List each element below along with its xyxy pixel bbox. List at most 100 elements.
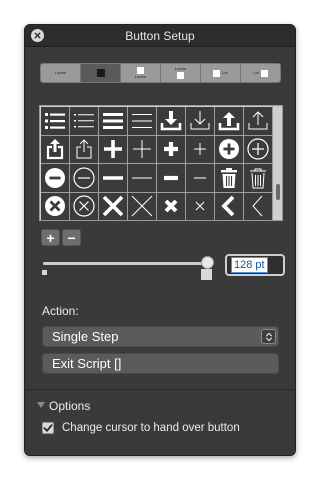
icon-cell[interactable]: [70, 192, 99, 220]
add-icon-button[interactable]: +: [41, 229, 60, 246]
icon-size-value[interactable]: 128 pt: [231, 257, 268, 273]
list-bullets-outline-icon: [74, 113, 94, 128]
close-circle-filled-icon: [45, 196, 65, 217]
icon-cell[interactable]: [157, 135, 186, 164]
small-size-icon: [42, 270, 47, 275]
checkmark-icon: [43, 424, 53, 432]
icon-cell[interactable]: [244, 135, 273, 164]
download-filled-icon: [160, 110, 182, 131]
icon-cell[interactable]: [157, 164, 186, 193]
upload-filled-icon: [218, 111, 240, 131]
icon-grid: [41, 107, 273, 220]
style-option-label-above-icon[interactable]: Lorem: [161, 64, 201, 82]
up-down-chevron-icon: [261, 329, 276, 344]
minus-light-icon: [194, 177, 206, 179]
icon-cell[interactable]: [215, 192, 244, 220]
chevron-left-thin-icon: [252, 195, 263, 217]
remove-icon-button[interactable]: −: [62, 229, 81, 246]
title-bar: Button Setup: [25, 25, 295, 47]
icon-cell[interactable]: [128, 164, 157, 193]
icon-cell[interactable]: [215, 107, 244, 136]
style-option-label: Lor: [253, 70, 259, 75]
style-option-label: Lorem: [134, 74, 147, 79]
options-section-label[interactable]: Options: [49, 399, 90, 413]
minus-thin-icon: [132, 177, 152, 179]
square-icon: [96, 69, 105, 77]
style-option-icon-only[interactable]: [81, 64, 121, 82]
icon-size-slider[interactable]: [43, 262, 208, 265]
icon-cell[interactable]: [157, 192, 186, 220]
icon-cell[interactable]: [186, 135, 215, 164]
script-selector-label: Exit Script []: [52, 356, 122, 371]
plus-circle-outline-icon: [247, 138, 269, 160]
x-light-icon: [195, 201, 205, 211]
icon-cell[interactable]: [128, 135, 157, 164]
icon-cell[interactable]: [99, 192, 128, 220]
icon-cell[interactable]: [41, 192, 70, 220]
plus-filled-icon: [164, 142, 178, 157]
button-style-segmented-control: Lorem Lorem Lorem Lor Lor: [40, 63, 281, 83]
window-title: Button Setup: [125, 29, 195, 43]
style-option-label-only[interactable]: Lorem: [41, 64, 81, 82]
style-option-icon-above-label[interactable]: Lorem: [121, 64, 161, 82]
disclosure-triangle-icon[interactable]: [37, 402, 45, 408]
minus-bold-icon: [103, 175, 123, 180]
icon-cell[interactable]: [99, 135, 128, 164]
hand-cursor-checkbox-label: Change cursor to hand over button: [62, 422, 240, 434]
lines-filled-icon: [103, 112, 123, 129]
upload-outline-icon: [248, 111, 268, 130]
x-thin-icon: [131, 195, 153, 217]
square-icon: [177, 72, 184, 79]
icon-cell[interactable]: [215, 135, 244, 164]
action-label: Action:: [42, 304, 79, 318]
style-option-label: Lorem: [174, 66, 187, 71]
square-icon: [260, 69, 268, 77]
x-filled-icon: [164, 199, 178, 213]
icon-cell[interactable]: [99, 107, 128, 136]
icon-size-field[interactable]: 128 pt: [225, 254, 285, 276]
icon-cell[interactable]: [244, 107, 273, 136]
close-circle-outline-icon: [73, 195, 95, 217]
script-selector-button[interactable]: Exit Script []: [42, 353, 279, 374]
icon-cell[interactable]: [128, 107, 157, 136]
share-filled-icon: [46, 139, 64, 160]
icon-cell[interactable]: [186, 192, 215, 220]
icon-cell[interactable]: [70, 107, 99, 136]
list-bullets-filled-icon: [45, 112, 65, 129]
hand-cursor-checkbox[interactable]: [42, 422, 54, 434]
icon-cell[interactable]: [157, 107, 186, 136]
plus-thin-icon: [133, 140, 151, 159]
style-option-label-left-of-icon[interactable]: Lor: [241, 64, 280, 82]
plus-circle-filled-icon: [219, 139, 239, 160]
download-outline-icon: [190, 110, 210, 130]
icon-cell[interactable]: [70, 164, 99, 193]
icon-cell[interactable]: [99, 164, 128, 193]
icon-cell[interactable]: [186, 107, 215, 136]
icon-cell[interactable]: [244, 192, 273, 220]
square-icon: [213, 69, 221, 77]
action-popup[interactable]: Single Step: [42, 326, 279, 347]
plus-light-icon: [194, 143, 206, 156]
icon-picker: [39, 105, 283, 221]
icon-cell[interactable]: [128, 192, 157, 220]
options-divider: [25, 389, 295, 390]
style-option-icon-left-of-label[interactable]: Lor: [201, 64, 241, 82]
share-outline-icon: [76, 139, 92, 159]
icon-size-slider-knob[interactable]: [201, 256, 214, 269]
icon-cell[interactable]: [70, 135, 99, 164]
icon-cell[interactable]: [215, 164, 244, 193]
lines-outline-icon: [132, 113, 152, 128]
icon-cell[interactable]: [41, 135, 70, 164]
minus-filled-icon: [164, 175, 178, 180]
x-bold-icon: [102, 195, 124, 217]
action-popup-value: Single Step: [52, 329, 119, 344]
style-option-label: Lorem: [54, 70, 67, 75]
scrollbar-thumb[interactable]: [276, 184, 280, 200]
icon-cell[interactable]: [186, 164, 215, 193]
trash-filled-icon: [221, 167, 237, 188]
icon-cell[interactable]: [244, 164, 273, 193]
icon-grid-scrollbar[interactable]: [272, 106, 282, 220]
icon-cell[interactable]: [41, 107, 70, 136]
style-option-label: Lor: [222, 70, 228, 75]
icon-cell[interactable]: [41, 164, 70, 193]
